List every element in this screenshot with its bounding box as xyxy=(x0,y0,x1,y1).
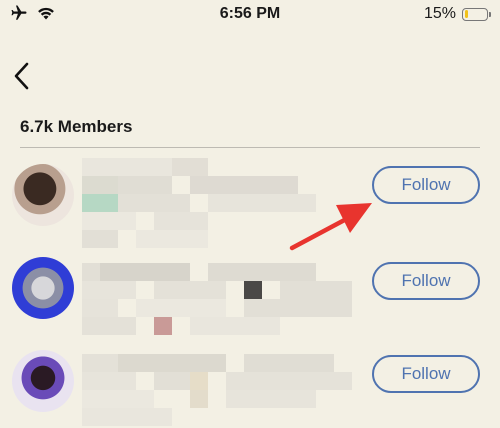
follow-button[interactable]: Follow xyxy=(372,355,480,393)
avatar[interactable] xyxy=(12,257,74,319)
battery-icon xyxy=(462,7,491,21)
avatar[interactable] xyxy=(12,164,74,226)
status-bar: 6:56 PM 15% xyxy=(0,0,500,30)
member-row: Follow xyxy=(0,243,500,335)
member-row: Follow xyxy=(0,336,500,428)
follow-button[interactable]: Follow xyxy=(372,166,480,204)
divider xyxy=(20,147,480,148)
back-button[interactable] xyxy=(8,62,36,94)
chevron-left-icon xyxy=(12,61,32,96)
battery-level-fill xyxy=(464,10,468,18)
follow-button[interactable]: Follow xyxy=(372,262,480,300)
avatar[interactable] xyxy=(12,350,74,412)
battery-percent: 15% xyxy=(423,5,456,22)
status-right: 15% xyxy=(423,5,491,23)
members-count-heading: 6.7k Members xyxy=(20,117,133,136)
member-row: Follow xyxy=(0,150,500,248)
